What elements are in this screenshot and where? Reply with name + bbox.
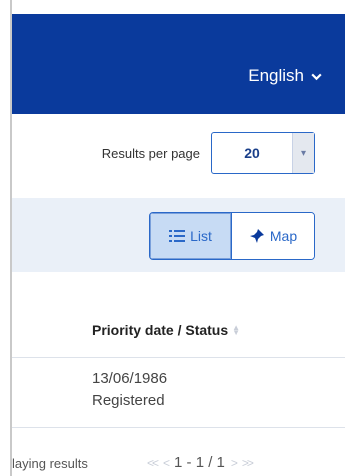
map-view-button[interactable]: Map [232,213,314,259]
results-per-page-label: Results per page [101,146,200,161]
chevron-down-icon [311,73,322,80]
dropdown-arrow-icon[interactable]: ▾ [292,133,314,173]
column-header-priority-date-status[interactable]: Priority date / Status ▲ ▼ [92,322,240,338]
displaying-results-text: Displaying results [12,456,88,471]
table-header-row: Priority date / Status ▲ ▼ [12,272,345,358]
view-toggle: List Map [149,212,315,260]
map-view-label: Map [269,228,298,244]
previous-page-icon[interactable]: < [163,456,170,470]
results-per-page-select[interactable]: 20 ▾ [211,132,315,174]
pagination: << < 1 - 1 / 1 > >> [147,454,254,471]
language-label: English [248,66,304,85]
view-switch-bar: List Map [12,198,345,272]
list-icon [169,230,186,242]
priority-date-cell: 13/06/1986 [92,370,168,387]
list-view-button[interactable]: List [150,213,232,259]
results-toolbar: Results per page 20 ▾ [12,114,345,198]
table-row[interactable]: 13/06/1986 Registered [12,358,345,428]
pushpin-icon [249,229,264,243]
sort-icon: ▲ ▼ [232,323,241,337]
header-bar: English [12,14,345,114]
first-page-icon[interactable]: << [147,456,159,470]
status-cell: Registered [92,392,165,409]
list-view-label: List [190,228,212,244]
next-page-icon[interactable]: > [231,456,238,470]
results-per-page-value: 20 [244,145,260,161]
top-strip [12,0,345,14]
column-header-label: Priority date / Status [92,322,229,338]
page-range-text: 1 - 1 / 1 [174,454,225,471]
pagination-footer: Displaying results << < 1 - 1 / 1 > >> [12,428,345,476]
left-panel-edge [0,0,12,476]
last-page-icon[interactable]: >> [242,456,254,470]
language-selector[interactable]: English [248,66,323,86]
